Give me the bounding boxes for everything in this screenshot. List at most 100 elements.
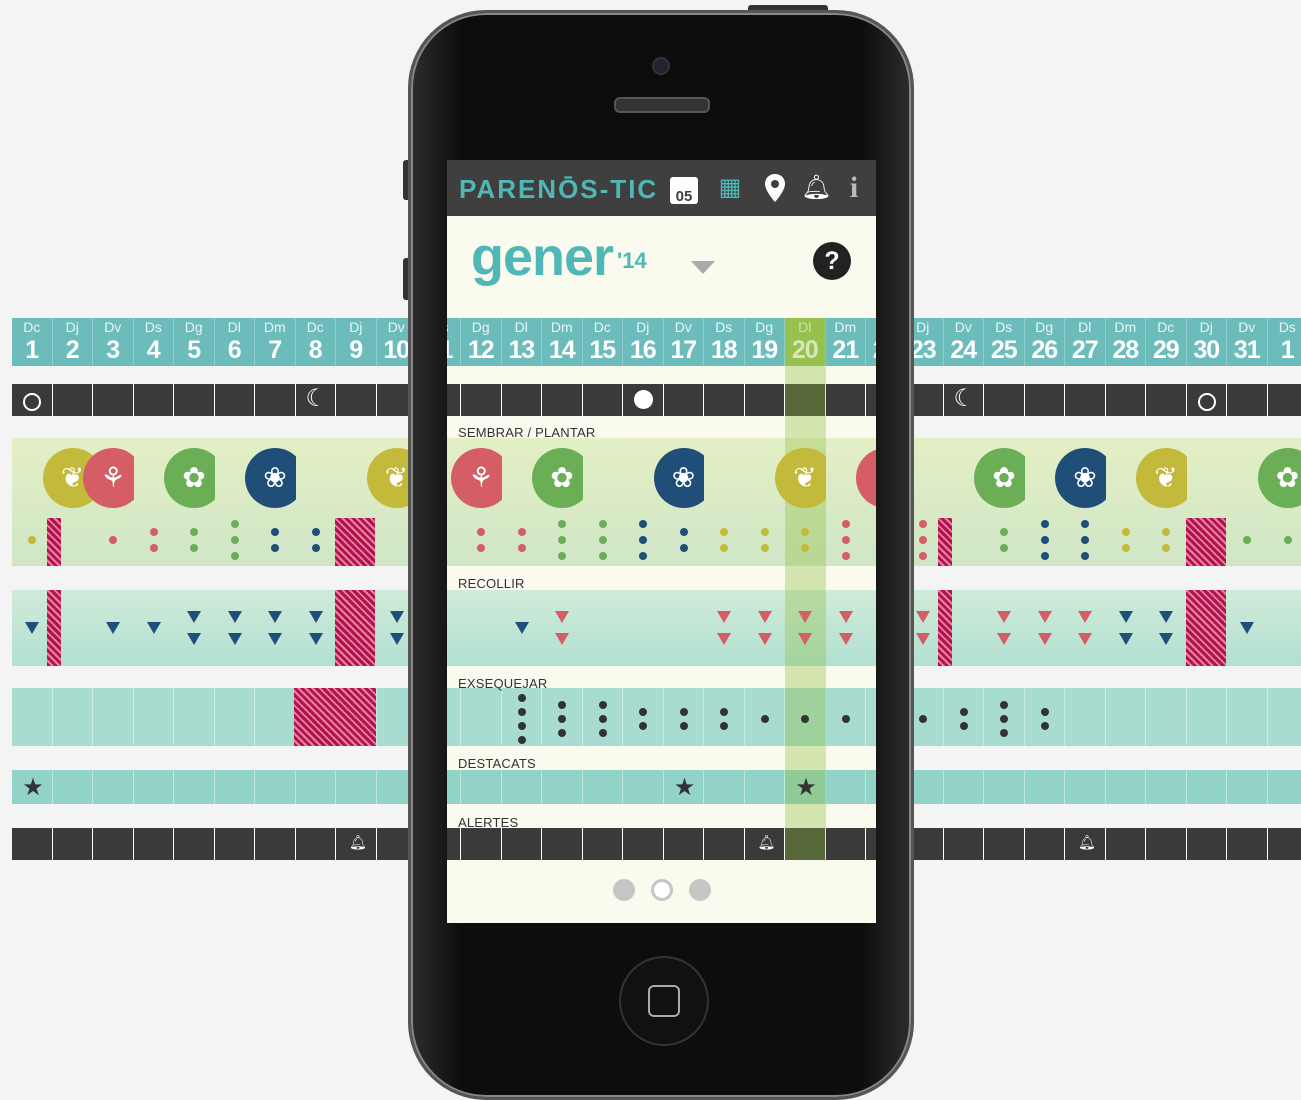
alert-cell bbox=[296, 828, 337, 860]
alert-cell bbox=[215, 828, 256, 860]
sow-dot bbox=[599, 536, 607, 544]
day-header[interactable]: Dm7 bbox=[255, 318, 296, 366]
calendar-month-icon[interactable]: ▦ bbox=[715, 173, 745, 203]
moon-cell bbox=[336, 384, 377, 416]
dispose-dot bbox=[842, 715, 850, 723]
day-header[interactable]: Ds11 bbox=[447, 318, 461, 366]
harvest-cell bbox=[866, 590, 876, 666]
bell-icon[interactable]: 🔔︎ bbox=[801, 173, 831, 203]
day-header[interactable]: Dl13 bbox=[502, 318, 543, 366]
page-dot[interactable] bbox=[689, 879, 711, 901]
day-header[interactable]: Dv31 bbox=[1227, 318, 1268, 366]
alert-cell bbox=[866, 828, 876, 860]
day-header[interactable]: Dv24 bbox=[944, 318, 985, 366]
home-button[interactable] bbox=[619, 956, 709, 1046]
sow-dot bbox=[558, 536, 566, 544]
highlight-cell bbox=[1187, 770, 1228, 804]
weekday-label: Dv bbox=[664, 318, 704, 336]
day-header[interactable]: Dc8 bbox=[296, 318, 337, 366]
day-header[interactable]: Dg12 bbox=[461, 318, 502, 366]
alert-cell bbox=[502, 828, 543, 860]
day-header[interactable]: Dm28 bbox=[1106, 318, 1147, 366]
sow-dot bbox=[680, 544, 688, 552]
weekday-label: Ds bbox=[1268, 318, 1301, 336]
sow-dot bbox=[190, 528, 198, 536]
day-header[interactable]: Dj2 bbox=[53, 318, 94, 366]
dispose-dot bbox=[558, 701, 566, 709]
harvest-triangle-icon bbox=[1240, 622, 1254, 634]
highlight-cell bbox=[1065, 770, 1106, 804]
day-header[interactable]: Dl27 bbox=[1065, 318, 1106, 366]
weekday-label: Ds bbox=[447, 318, 460, 336]
page-dot[interactable] bbox=[651, 879, 673, 901]
day-number: 22 bbox=[866, 336, 876, 364]
day-header[interactable]: Dv3 bbox=[93, 318, 134, 366]
day-number: 18 bbox=[704, 336, 744, 364]
location-pin-icon[interactable] bbox=[760, 173, 790, 203]
day-header[interactable]: Dc29 bbox=[1146, 318, 1187, 366]
sow-dot bbox=[919, 536, 927, 544]
sow-dot bbox=[842, 520, 850, 528]
day-header[interactable]: Dm21 bbox=[826, 318, 867, 366]
dispose-dot bbox=[960, 722, 968, 730]
highlight-cell bbox=[215, 770, 256, 804]
harvest-cell bbox=[1146, 590, 1187, 666]
sow-dot bbox=[639, 536, 647, 544]
day-header[interactable]: Dj16 bbox=[623, 318, 664, 366]
day-number: 30 bbox=[1187, 336, 1227, 364]
day-header[interactable]: Ds18 bbox=[704, 318, 745, 366]
alert-cell bbox=[1025, 828, 1066, 860]
dispose-dot bbox=[1000, 715, 1008, 723]
day-header[interactable]: Dm14 bbox=[542, 318, 583, 366]
harvest-triangle-icon bbox=[187, 611, 201, 623]
sow-dot bbox=[477, 544, 485, 552]
day-column: Dg26 bbox=[1025, 318, 1066, 878]
weekday-label: Ds bbox=[984, 318, 1024, 336]
help-button[interactable]: ? bbox=[813, 242, 851, 280]
day-header[interactable]: Dl6 bbox=[215, 318, 256, 366]
highlight-cell bbox=[174, 770, 215, 804]
calendar-today-icon[interactable]: 05 bbox=[670, 177, 698, 204]
day-header[interactable]: Ds4 bbox=[134, 318, 175, 366]
harvest-cell bbox=[745, 590, 786, 666]
day-header[interactable]: Dg5 bbox=[174, 318, 215, 366]
month-title[interactable]: gener bbox=[471, 226, 613, 288]
highlight-cell bbox=[502, 770, 543, 804]
day-header[interactable]: Dv17 bbox=[664, 318, 705, 366]
sow-dot bbox=[801, 544, 809, 552]
day-header[interactable]: Dg26 bbox=[1025, 318, 1066, 366]
weekday-label: Dm bbox=[826, 318, 866, 336]
harvest-cell bbox=[174, 590, 215, 666]
day-number: 12 bbox=[461, 336, 501, 364]
month-dropdown-caret-icon[interactable] bbox=[691, 261, 715, 274]
dispose-cell bbox=[1025, 688, 1066, 746]
day-header[interactable]: Dc1 bbox=[12, 318, 53, 366]
dispose-dot bbox=[639, 722, 647, 730]
info-icon[interactable]: i bbox=[839, 173, 869, 203]
day-header[interactable]: Ds1 bbox=[1268, 318, 1301, 366]
sow-dot bbox=[919, 520, 927, 528]
new-moon-icon bbox=[23, 393, 41, 411]
harvest-cell bbox=[1065, 590, 1106, 666]
harvest-triangle-icon bbox=[1119, 611, 1133, 623]
sow-dot bbox=[720, 528, 728, 536]
day-header[interactable]: Dj9 bbox=[336, 318, 377, 366]
day-header[interactable]: Dc15 bbox=[583, 318, 624, 366]
alert-cell bbox=[583, 828, 624, 860]
weekday-label: Dc bbox=[583, 318, 623, 336]
day-header[interactable]: Ds25 bbox=[984, 318, 1025, 366]
page-dot[interactable] bbox=[613, 879, 635, 901]
blocked-sow-hatch bbox=[335, 518, 375, 566]
day-header[interactable]: Dc22 bbox=[866, 318, 876, 366]
day-header[interactable]: Dg19 bbox=[745, 318, 786, 366]
alert-bell-icon: 🔔︎ bbox=[349, 834, 367, 851]
front-camera bbox=[652, 57, 670, 75]
sow-dot bbox=[761, 544, 769, 552]
day-number: 25 bbox=[984, 336, 1024, 364]
weekday-label: Dc bbox=[296, 318, 336, 336]
sow-dot bbox=[842, 536, 850, 544]
alert-bell-icon: 🔔︎ bbox=[758, 834, 776, 851]
day-header[interactable]: Dj30 bbox=[1187, 318, 1228, 366]
moon-cell bbox=[174, 384, 215, 416]
highlight-cell bbox=[866, 770, 876, 804]
